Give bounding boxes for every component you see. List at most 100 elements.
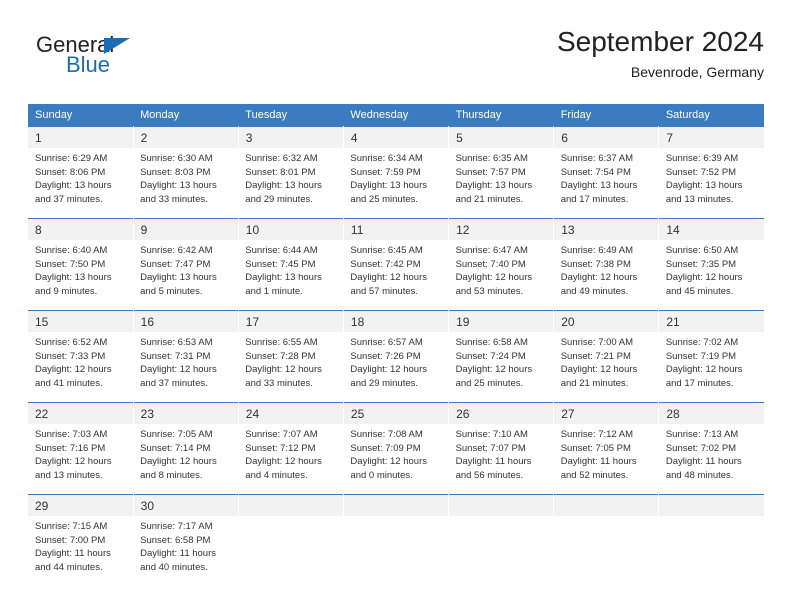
day-cell-29[interactable]: Sunrise: 7:15 AM Sunset: 7:00 PM Dayligh… bbox=[28, 516, 134, 586]
day-cell-18[interactable]: Sunrise: 6:57 AM Sunset: 7:26 PM Dayligh… bbox=[343, 332, 449, 403]
day-cell-7[interactable]: Sunrise: 6:39 AM Sunset: 7:52 PM Dayligh… bbox=[658, 148, 764, 219]
day-cell-6[interactable]: Sunrise: 6:37 AM Sunset: 7:54 PM Dayligh… bbox=[553, 148, 659, 219]
weekday-header-friday: Friday bbox=[553, 104, 659, 127]
day-number-18[interactable]: 18 bbox=[343, 310, 450, 332]
sunset-24: Sunset: 7:12 PM bbox=[245, 442, 316, 454]
day-number-9[interactable]: 9 bbox=[133, 218, 239, 240]
day-number-21[interactable]: 21 bbox=[658, 310, 764, 332]
empty-daynum-cell-3 bbox=[448, 494, 555, 516]
day-cell-1[interactable]: Sunrise: 6:29 AM Sunset: 8:06 PM Dayligh… bbox=[28, 148, 134, 219]
daylight-9b: and 5 minutes. bbox=[140, 285, 203, 297]
daylight-6a: Daylight: 13 hours bbox=[560, 180, 638, 191]
day-cell-27[interactable]: Sunrise: 7:12 AM Sunset: 7:05 PM Dayligh… bbox=[553, 424, 659, 495]
day-cell-3[interactable]: Sunrise: 6:32 AM Sunset: 8:01 PM Dayligh… bbox=[238, 148, 344, 219]
day-cell-4[interactable]: Sunrise: 6:34 AM Sunset: 7:59 PM Dayligh… bbox=[343, 148, 449, 219]
sunset-26: Sunset: 7:07 PM bbox=[455, 442, 526, 454]
day-number-5[interactable]: 5 bbox=[448, 126, 555, 148]
day-number-17[interactable]: 17 bbox=[238, 310, 344, 332]
daylight-11a: Daylight: 12 hours bbox=[350, 272, 427, 283]
day-cell-30[interactable]: Sunrise: 7:17 AM Sunset: 6:58 PM Dayligh… bbox=[133, 516, 239, 586]
daylight-12a: Daylight: 12 hours bbox=[455, 272, 533, 283]
sunset-5: Sunset: 7:57 PM bbox=[455, 166, 526, 178]
general-blue-logo[interactable]: General Blue bbox=[36, 32, 206, 86]
day-cell-13[interactable]: Sunrise: 6:49 AM Sunset: 7:38 PM Dayligh… bbox=[553, 240, 659, 311]
day-number-27[interactable]: 27 bbox=[553, 402, 660, 424]
daylight-1b: and 37 minutes. bbox=[35, 193, 103, 205]
sunset-30: Sunset: 6:58 PM bbox=[140, 534, 211, 546]
day-cell-11[interactable]: Sunrise: 6:45 AM Sunset: 7:42 PM Dayligh… bbox=[343, 240, 449, 311]
day-cell-25[interactable]: Sunrise: 7:08 AM Sunset: 7:09 PM Dayligh… bbox=[343, 424, 449, 495]
day-number-3[interactable]: 3 bbox=[238, 126, 344, 148]
day-number-13[interactable]: 13 bbox=[553, 218, 660, 240]
daylight-5b: and 21 minutes. bbox=[455, 193, 524, 205]
sunset-8: Sunset: 7:50 PM bbox=[35, 258, 106, 270]
day-number-14[interactable]: 14 bbox=[658, 218, 764, 240]
daylight-21a: Daylight: 12 hours bbox=[665, 364, 743, 375]
day-cell-20[interactable]: Sunrise: 7:00 AM Sunset: 7:21 PM Dayligh… bbox=[553, 332, 659, 403]
day-cell-23[interactable]: Sunrise: 7:05 AM Sunset: 7:14 PM Dayligh… bbox=[133, 424, 239, 495]
day-cell-14[interactable]: Sunrise: 6:50 AM Sunset: 7:35 PM Dayligh… bbox=[658, 240, 764, 311]
day-cell-9[interactable]: Sunrise: 6:42 AM Sunset: 7:47 PM Dayligh… bbox=[133, 240, 239, 311]
day-number-6[interactable]: 6 bbox=[553, 126, 660, 148]
day-number-29[interactable]: 29 bbox=[28, 494, 134, 516]
day-number-28[interactable]: 28 bbox=[658, 402, 764, 424]
sunset-22: Sunset: 7:16 PM bbox=[35, 442, 106, 454]
day-number-23[interactable]: 23 bbox=[133, 402, 239, 424]
day-cell-24[interactable]: Sunrise: 7:07 AM Sunset: 7:12 PM Dayligh… bbox=[238, 424, 344, 495]
day-number-11[interactable]: 11 bbox=[343, 218, 450, 240]
day-number-25[interactable]: 25 bbox=[343, 402, 450, 424]
sunrise-20: Sunrise: 7:00 AM bbox=[560, 337, 634, 348]
day-number-16[interactable]: 16 bbox=[133, 310, 239, 332]
day-cell-5[interactable]: Sunrise: 6:35 AM Sunset: 7:57 PM Dayligh… bbox=[448, 148, 554, 219]
sunrise-11: Sunrise: 6:45 AM bbox=[350, 245, 423, 256]
day-number-22[interactable]: 22 bbox=[28, 402, 134, 424]
daylight-16a: Daylight: 12 hours bbox=[140, 364, 217, 375]
day-number-4[interactable]: 4 bbox=[343, 126, 450, 148]
day-cell-12[interactable]: Sunrise: 6:47 AM Sunset: 7:40 PM Dayligh… bbox=[448, 240, 554, 311]
day-number-20[interactable]: 20 bbox=[553, 310, 660, 332]
day-number-30[interactable]: 30 bbox=[133, 494, 239, 516]
day-cell-22[interactable]: Sunrise: 7:03 AM Sunset: 7:16 PM Dayligh… bbox=[28, 424, 134, 495]
day-number-12[interactable]: 12 bbox=[448, 218, 555, 240]
weekday-header-tuesday: Tuesday bbox=[238, 104, 344, 127]
day-cell-21[interactable]: Sunrise: 7:02 AM Sunset: 7:19 PM Dayligh… bbox=[658, 332, 764, 403]
day-number-15[interactable]: 15 bbox=[28, 310, 134, 332]
day-cell-17[interactable]: Sunrise: 6:55 AM Sunset: 7:28 PM Dayligh… bbox=[238, 332, 344, 403]
day-number-8[interactable]: 8 bbox=[28, 218, 134, 240]
daylight-18a: Daylight: 12 hours bbox=[350, 364, 427, 375]
daylight-19b: and 25 minutes. bbox=[455, 377, 524, 389]
day-number-2[interactable]: 2 bbox=[133, 126, 239, 148]
day-number-19[interactable]: 19 bbox=[448, 310, 555, 332]
day-cell-19[interactable]: Sunrise: 6:58 AM Sunset: 7:24 PM Dayligh… bbox=[448, 332, 554, 403]
day-number-10[interactable]: 10 bbox=[238, 218, 344, 240]
week-3-detail-row: Sunrise: 6:52 AM Sunset: 7:33 PM Dayligh… bbox=[28, 332, 764, 403]
empty-daynum-cell-5 bbox=[658, 494, 764, 516]
day-cell-26[interactable]: Sunrise: 7:10 AM Sunset: 7:07 PM Dayligh… bbox=[448, 424, 554, 495]
day-cell-28[interactable]: Sunrise: 7:13 AM Sunset: 7:02 PM Dayligh… bbox=[658, 424, 764, 495]
day-number-7[interactable]: 7 bbox=[658, 126, 764, 148]
sunrise-17: Sunrise: 6:55 AM bbox=[245, 337, 318, 348]
sunrise-2: Sunrise: 6:30 AM bbox=[140, 153, 213, 164]
empty-daynum-cell-4 bbox=[553, 494, 660, 516]
day-number-24[interactable]: 24 bbox=[238, 402, 344, 424]
sunset-13: Sunset: 7:38 PM bbox=[560, 258, 631, 270]
day-cell-16[interactable]: Sunrise: 6:53 AM Sunset: 7:31 PM Dayligh… bbox=[133, 332, 239, 403]
day-cell-8[interactable]: Sunrise: 6:40 AM Sunset: 7:50 PM Dayligh… bbox=[28, 240, 134, 311]
daylight-3b: and 29 minutes. bbox=[245, 193, 313, 205]
week-1-daynum-row: 1 2 3 4 5 6 7 bbox=[28, 126, 764, 148]
sunrise-27: Sunrise: 7:12 AM bbox=[560, 429, 634, 440]
daylight-2b: and 33 minutes. bbox=[140, 193, 208, 205]
day-number-1[interactable]: 1 bbox=[28, 126, 134, 148]
sunrise-13: Sunrise: 6:49 AM bbox=[560, 245, 634, 256]
day-cell-10[interactable]: Sunrise: 6:44 AM Sunset: 7:45 PM Dayligh… bbox=[238, 240, 344, 311]
day-cell-15[interactable]: Sunrise: 6:52 AM Sunset: 7:33 PM Dayligh… bbox=[28, 332, 134, 403]
sunset-23: Sunset: 7:14 PM bbox=[140, 442, 211, 454]
daylight-4b: and 25 minutes. bbox=[350, 193, 419, 205]
day-number-26[interactable]: 26 bbox=[448, 402, 555, 424]
empty-day-cell-4 bbox=[553, 516, 659, 586]
sunrise-14: Sunrise: 6:50 AM bbox=[665, 245, 739, 256]
daylight-20b: and 21 minutes. bbox=[560, 377, 629, 389]
daylight-17b: and 33 minutes. bbox=[245, 377, 313, 389]
sunrise-1: Sunrise: 6:29 AM bbox=[35, 153, 108, 164]
day-cell-2[interactable]: Sunrise: 6:30 AM Sunset: 8:03 PM Dayligh… bbox=[133, 148, 239, 219]
